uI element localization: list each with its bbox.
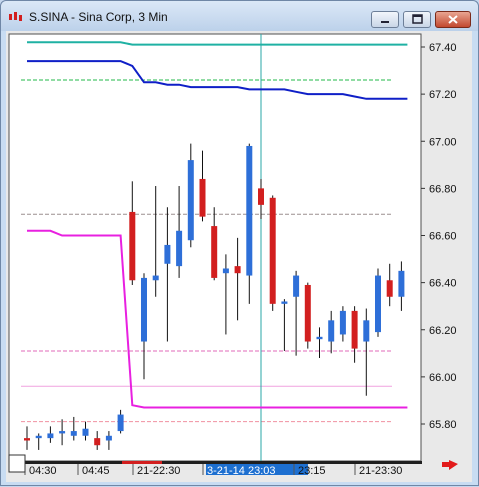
time-scrollbar[interactable] [19,461,422,464]
candle-body [316,336,323,340]
candle-body [269,197,276,304]
close-button[interactable] [435,11,471,28]
candle-body [398,270,405,297]
x-tick-label: 21-22:30 [137,465,180,477]
x-tick-label: 04:30 [29,465,57,477]
y-tick-label: 65.80 [429,419,457,431]
scroll-right-arrow-icon[interactable] [442,460,458,470]
candle-body [234,266,241,274]
candle-body [246,145,253,276]
chart-area: 67.40 67.20 67.00 66.80 66.60 66.40 66.20 66.00… [6,31,472,482]
candle-body [363,320,370,342]
candle-body [47,433,54,439]
candle-body [70,431,77,436]
restore-button[interactable] [403,11,431,28]
candle-body [24,438,30,441]
candle-body [351,310,358,349]
candle-body [211,226,218,278]
candle-body [222,268,229,274]
candle-body [199,178,206,217]
candle-body [94,438,101,446]
restore-icon [412,14,423,24]
candle-body [105,435,112,441]
candle-body [281,301,288,304]
y-tick-label: 67.20 [429,89,457,101]
corner-box[interactable] [8,454,26,473]
title-bar[interactable]: S.SINA - Sina Corp, 3 Min [1,1,478,31]
y-tick-label: 66.60 [429,231,457,243]
candle-body [117,414,124,432]
y-tick-label: 66.80 [429,183,457,195]
candle-body [304,284,311,342]
x-tick-label: 3-21-14 23:03 [207,465,276,477]
candle-body [339,310,346,335]
chart-window: S.SINA - Sina Corp, 3 Min 67.40 67.20 67.0… [0,0,479,486]
chart-app-icon [9,12,22,21]
candle-body [152,275,159,281]
window-title: S.SINA - Sina Corp, 3 Min [29,10,168,24]
candle-body [35,435,42,439]
candle-body [164,244,171,264]
minimize-button[interactable] [371,11,399,28]
x-tick-label: 23:15 [298,465,326,477]
minimize-icon [381,21,389,23]
candle-body [129,211,136,281]
candle-body [293,275,300,297]
candle-body [258,188,264,205]
y-tick-label: 66.00 [429,372,457,384]
x-tick-label: 21-23:30 [359,465,402,477]
y-tick-label: 67.00 [429,136,457,148]
candle-body [82,428,89,436]
candle-body [187,160,194,241]
candle-body [386,280,393,297]
y-tick-label: 67.40 [429,42,457,54]
candle-body [141,277,147,342]
x-tick-label: 04:45 [82,465,110,477]
candlestick-chart[interactable]: 67.40 67.20 67.00 66.80 66.60 66.40 66.20 66.00… [6,31,472,482]
candle-body [59,431,66,434]
candle-body [375,275,381,333]
time-scrollbar-thumb[interactable] [122,461,162,464]
candle-body [328,320,335,342]
y-tick-label: 66.40 [429,278,457,290]
candle-body [176,230,183,267]
close-icon [448,15,458,24]
y-tick-label: 66.20 [429,325,457,337]
